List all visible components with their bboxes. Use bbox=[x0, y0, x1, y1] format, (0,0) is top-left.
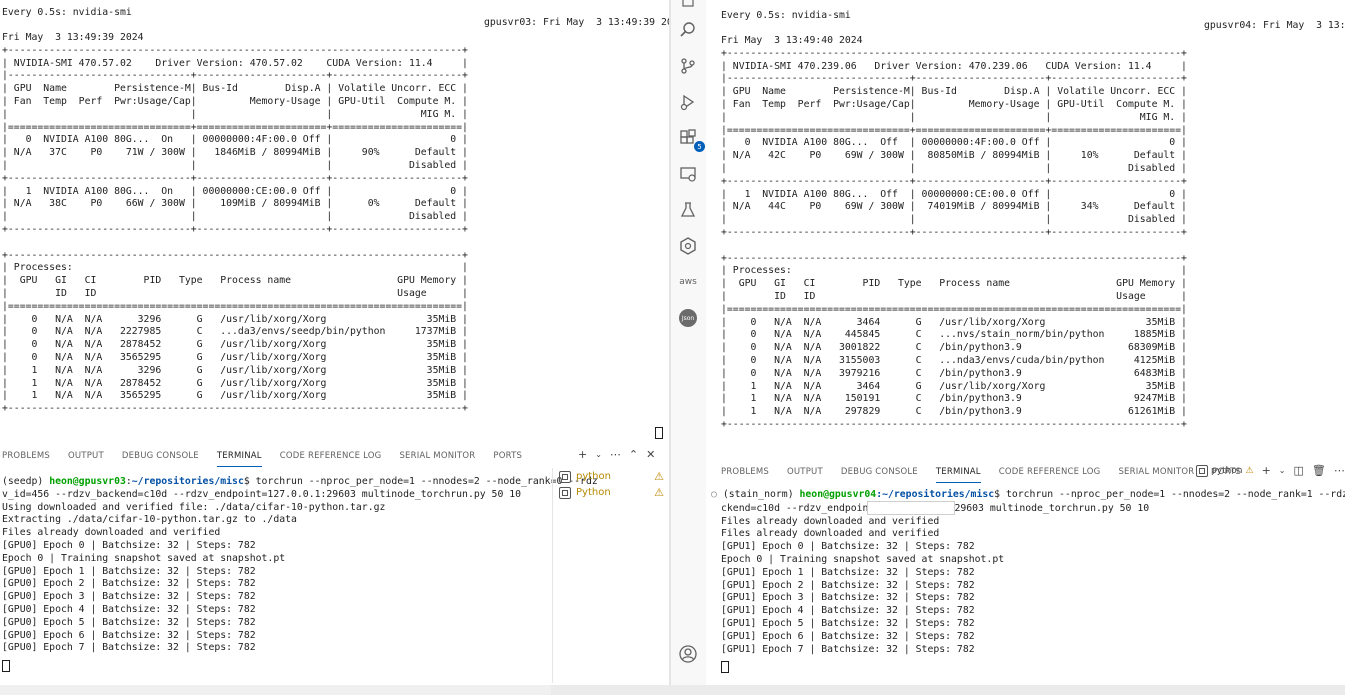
json-icon[interactable]: Json bbox=[678, 308, 698, 328]
tab-output[interactable]: OUTPUT bbox=[68, 446, 104, 466]
host-time: gpusvr03: Fri May 3 13:49:39 2024 bbox=[484, 16, 669, 28]
tab-terminal[interactable]: TERMINAL bbox=[935, 462, 981, 483]
nvidia-smi-output: Fri May 3 13:49:40 2024 +---------------… bbox=[721, 35, 1187, 430]
terminal-cursor bbox=[2, 659, 10, 672]
account-icon[interactable] bbox=[678, 644, 698, 664]
tab-serial-monitor[interactable]: SERIAL MONITOR bbox=[399, 446, 475, 466]
new-terminal-icon[interactable]: + bbox=[578, 448, 587, 461]
redacted-region bbox=[867, 500, 956, 515]
command-continuation: ckend=c10d --rdzv_endpoin 29603 multinode… bbox=[721, 500, 1150, 515]
tab-code-reference-log[interactable]: CODE REFERENCE LOG bbox=[999, 462, 1101, 482]
command-text: $ torchrun --nproc_per_node=1 --nnodes=2… bbox=[994, 489, 1345, 500]
search-icon[interactable] bbox=[678, 20, 698, 40]
terminal-list-item[interactable]: python ⚠ bbox=[559, 470, 664, 483]
kubernetes-icon[interactable] bbox=[678, 236, 698, 256]
terminal-list: python ⚠ Python ⚠ bbox=[552, 468, 669, 683]
tab-serial-monitor[interactable]: SERIAL MONITOR bbox=[1118, 462, 1194, 482]
maximize-panel-icon[interactable]: ⌃ bbox=[629, 448, 638, 461]
tab-debug-console[interactable]: DEBUG CONSOLE bbox=[841, 462, 918, 482]
status-bar-segment bbox=[551, 685, 1345, 695]
terminal-output: v_id=456 --rdzv_backend=c10d --rdzv_endp… bbox=[2, 488, 522, 654]
tab-debug-console[interactable]: DEBUG CONSOLE bbox=[122, 446, 199, 466]
terminal-content[interactable]: (seedp) heon@gpusvr03:~/repositories/mis… bbox=[2, 476, 598, 674]
warning-icon: ⚠ bbox=[654, 486, 664, 499]
terminal-list-item[interactable]: Python ⚠ bbox=[559, 486, 664, 499]
command-text: $ torchrun --nproc_per_node=1 --nnodes=2… bbox=[243, 476, 598, 487]
extensions-icon[interactable]: 5 bbox=[678, 128, 705, 152]
right-terminal-pane: Every 0.5s: nvidia-smi gpusvr04: Fri May… bbox=[706, 0, 1345, 685]
nvidia-smi-output: Fri May 3 13:49:39 2024 +---------------… bbox=[2, 32, 468, 415]
prompt-line: (seedp) heon@gpusvr03:~/repositories/mis… bbox=[2, 476, 598, 487]
python-icon bbox=[559, 486, 571, 499]
run-debug-icon[interactable] bbox=[678, 92, 698, 112]
left-terminal-pane: Every 0.5s: nvidia-smi gpusvr03: Fri May… bbox=[0, 0, 669, 685]
activity-bar: 5 aws Json bbox=[671, 0, 706, 685]
explorer-icon[interactable] bbox=[678, 0, 698, 10]
tab-problems[interactable]: PROBLEMS bbox=[2, 446, 50, 466]
tab-terminal[interactable]: TERMINAL bbox=[216, 446, 262, 467]
tab-problems[interactable]: PROBLEMS bbox=[721, 462, 769, 482]
tab-output[interactable]: OUTPUT bbox=[787, 462, 823, 482]
prompt-user: heon@gpusvr04 bbox=[799, 489, 877, 500]
host-time: gpusvr04: Fri May 3 13:49: bbox=[1204, 19, 1345, 31]
chevron-down-icon[interactable]: ⌄ bbox=[595, 450, 602, 459]
aws-icon[interactable]: aws bbox=[678, 272, 698, 292]
panel-tabs: PROBLEMS OUTPUT DEBUG CONSOLE TERMINAL C… bbox=[721, 462, 1241, 483]
tab-ports[interactable]: PORTS bbox=[493, 446, 522, 466]
python-icon bbox=[1196, 464, 1208, 477]
scroll-marker bbox=[655, 427, 663, 439]
warning-icon: ⚠ bbox=[1245, 465, 1254, 476]
more-actions-icon[interactable]: ⋯ bbox=[1334, 464, 1345, 477]
status-bar bbox=[0, 685, 1345, 695]
extensions-badge: 5 bbox=[694, 141, 705, 152]
panel-toolbar: python ⚠ + ⌄ ◫ 🗑 ⋯ bbox=[1196, 464, 1345, 477]
chevron-down-icon[interactable]: ⌄ bbox=[1279, 466, 1286, 475]
prompt-user: heon@gpusvr03 bbox=[49, 476, 126, 487]
prompt-path: ~/repositories/misc bbox=[131, 476, 244, 487]
terminal-selector[interactable]: python ⚠ bbox=[1196, 464, 1254, 477]
watch-header: Every 0.5s: nvidia-smi bbox=[2, 7, 132, 18]
command-status-icon: ○ bbox=[711, 489, 717, 500]
split-terminal-icon[interactable]: ◫ bbox=[1293, 464, 1303, 477]
panel-toolbar: + ⌄ ⋯ ⌃ ✕ bbox=[578, 448, 655, 461]
remote-explorer-icon[interactable] bbox=[678, 164, 698, 184]
prompt-path: :~/repositories/misc bbox=[876, 489, 995, 500]
source-control-icon[interactable] bbox=[678, 56, 698, 76]
panel-tabs: PROBLEMS OUTPUT DEBUG CONSOLE TERMINAL C… bbox=[2, 446, 522, 467]
terminal-content[interactable]: ○ (stain_norm) heon@gpusvr04:~/repositor… bbox=[711, 489, 1345, 675]
testing-icon[interactable] bbox=[678, 200, 698, 220]
terminal-cursor bbox=[721, 660, 729, 673]
tab-code-reference-log[interactable]: CODE REFERENCE LOG bbox=[280, 446, 382, 466]
prompt-line: ○ (stain_norm) heon@gpusvr04:~/repositor… bbox=[711, 489, 1345, 502]
trash-icon[interactable]: 🗑 bbox=[1312, 464, 1326, 477]
warning-icon: ⚠ bbox=[654, 470, 664, 483]
prompt-env: (stain_norm) bbox=[722, 489, 800, 500]
new-terminal-icon[interactable]: + bbox=[1262, 464, 1271, 477]
prompt-env: (seedp) bbox=[2, 476, 50, 487]
terminal-output: Files already downloaded and verified Fi… bbox=[721, 515, 1005, 655]
python-icon bbox=[559, 470, 571, 483]
watch-header: Every 0.5s: nvidia-smi bbox=[721, 10, 851, 21]
close-icon[interactable]: ✕ bbox=[646, 448, 655, 461]
more-actions-icon[interactable]: ⋯ bbox=[610, 448, 621, 461]
